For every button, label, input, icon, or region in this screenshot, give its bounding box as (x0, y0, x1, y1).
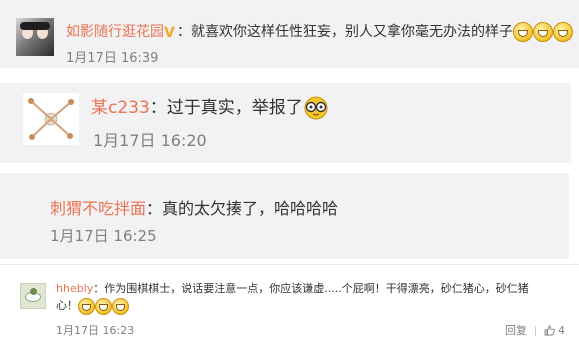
comment-separator: ： (149, 98, 167, 118)
avatar[interactable] (20, 283, 46, 309)
comment-text: 就喜欢你这样任性狂妄，别人又拿你毫无办法的样子 (191, 24, 513, 40)
grin-emoji-icon (553, 22, 573, 42)
comment-separator: ： (146, 199, 163, 218)
comment-text: 过于真实，举报了 (166, 98, 303, 118)
comment-text: 心！ (56, 299, 78, 312)
grin-emoji-icon (78, 297, 95, 315)
comment-card: 刺猬不吃拌面：真的太欠揍了，哈哈哈哈 1月17日 16:25 (0, 173, 569, 259)
comment-card: hhebly：作为围棋棋士，说话要注意一点，你应该谦虚.....个屁啊！干得漂亮… (0, 264, 579, 349)
comment-card: 如影随行逛花园V ：就喜欢你这样任性狂妄，别人又拿你毫无办法的样子 1月17日 1… (0, 0, 579, 68)
comment-actions: 回复 4 (505, 322, 565, 339)
grin-emoji-icon (95, 297, 112, 315)
grin-emoji-icon (533, 22, 553, 42)
comment-timestamp: 1月17日 16:39 (66, 51, 159, 66)
comment-card: 某c233：过于真实，举报了 1月17日 16:20 (0, 83, 571, 163)
avatar[interactable] (16, 18, 54, 56)
comment-timestamp: 1月17日 16:20 (93, 131, 207, 150)
thumbs-up-icon (544, 325, 555, 339)
comment-timestamp: 1月17日 16:25 (50, 227, 157, 245)
glasses-emoji-icon (303, 96, 329, 120)
grin-emoji-icon (513, 22, 533, 42)
grin-emoji-icon (112, 297, 129, 315)
avatar[interactable] (23, 93, 79, 145)
like-count: 4 (558, 324, 565, 337)
divider (535, 326, 536, 336)
comment-text: 作为围棋棋士，说话要注意一点，你应该谦虚.....个屁啊！干得漂亮，砂仁猪心，砂… (104, 282, 529, 295)
comment-separator: ： (177, 24, 191, 40)
like-button[interactable]: 4 (544, 324, 565, 337)
comment-text: 真的太欠揍了，哈哈哈哈 (162, 199, 339, 218)
verified-badge-icon: V (164, 25, 175, 41)
diagram-icon (28, 98, 74, 140)
comment-username[interactable]: 如影随行逛花园 (66, 24, 164, 40)
comment-username[interactable]: 某c233 (91, 98, 150, 118)
comment-timestamp: 1月17日 16:23 (56, 324, 135, 337)
comment-separator: ： (93, 282, 105, 295)
comment-username[interactable]: 刺猬不吃拌面 (50, 199, 146, 218)
comment-username[interactable]: hhebly (56, 282, 93, 295)
reply-button[interactable]: 回复 (505, 324, 527, 337)
